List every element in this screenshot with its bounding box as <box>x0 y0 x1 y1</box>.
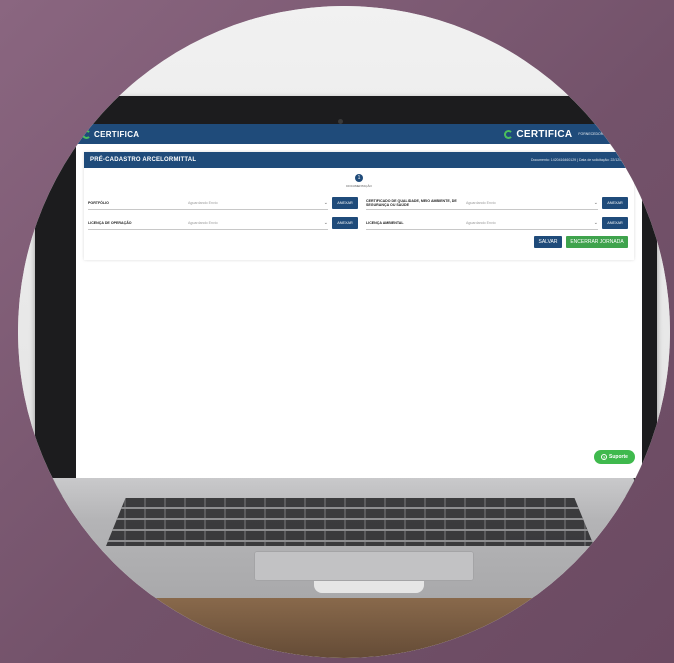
certifica-logo-icon <box>504 129 514 139</box>
step-indicator[interactable]: 1 <box>355 174 363 182</box>
wooden-table <box>18 596 670 658</box>
attach-button[interactable]: ANEXAR <box>602 197 628 209</box>
save-button[interactable]: SALVAR <box>534 236 562 248</box>
page-title: PRÉ-CADASTRO ARCELORMITTAL <box>90 157 197 163</box>
step-label: DOCUMENTAÇÃO <box>346 184 372 188</box>
document-label: PORTFÓLIO <box>88 200 109 205</box>
document-row-portfolio[interactable]: PORTFÓLIO Aguardando Envio ⌄ <box>88 196 328 210</box>
brand-logo-left[interactable]: CERTIFICA <box>82 129 140 139</box>
document-label: LICENÇA AMBIENTAL <box>366 220 404 225</box>
laptop-screen: CERTIFICA CERTIFICA FORNECEDOR ARCELOR P… <box>76 124 642 480</box>
pre-registration-panel: PRÉ-CADASTRO ARCELORMITTAL Documento: 14… <box>84 152 634 260</box>
document-status: Aguardando Envio <box>466 200 496 205</box>
document-status: Aguardando Envio <box>188 200 218 205</box>
document-status: Aguardando Envio <box>466 220 496 225</box>
chevron-down-icon[interactable]: ⌄ <box>324 220 328 226</box>
brand-name-right: CERTIFICA <box>516 128 573 140</box>
brand-logo-right: CERTIFICA <box>504 129 572 140</box>
document-row-certificate[interactable]: CERTIFICADO DE QUALIDADE, MEIO AMBIENTE,… <box>366 196 598 210</box>
attach-button[interactable]: ANEXAR <box>332 217 358 229</box>
header-right: CERTIFICA FORNECEDOR ARCELOR <box>504 129 636 140</box>
document-label: CERTIFICADO DE QUALIDADE, MEIO AMBIENTE,… <box>366 198 457 207</box>
keyboard-rows <box>106 498 594 546</box>
user-name[interactable]: FORNECEDOR ARCELOR <box>578 132 621 136</box>
laptop-lid-notch <box>314 581 424 593</box>
app-header: CERTIFICA CERTIFICA FORNECEDOR ARCELOR <box>76 124 642 144</box>
document-row-environmental-license[interactable]: LICENÇA AMBIENTAL Aguardando Envio ⌄ <box>366 216 598 230</box>
brand-name-left: CERTIFICA <box>94 129 140 139</box>
support-label: Suporte <box>609 454 628 460</box>
finish-journey-button[interactable]: ENCERRAR JORNADA <box>566 236 628 248</box>
attach-button[interactable]: ANEXAR <box>602 217 628 229</box>
document-status: Aguardando Envio <box>188 220 218 225</box>
certifica-logo-icon <box>82 129 91 139</box>
photo-circle: CERTIFICA CERTIFICA FORNECEDOR ARCELOR P… <box>18 6 670 658</box>
chevron-down-icon[interactable]: ⌄ <box>594 200 598 206</box>
document-row-operation-license[interactable]: LICENÇA DE OPERAÇÃO Aguardando Envio ⌄ <box>88 216 328 230</box>
support-button[interactable]: ? Suporte <box>594 450 635 464</box>
panel-header: PRÉ-CADASTRO ARCELORMITTAL Documento: 14… <box>84 152 634 168</box>
trackpad <box>254 551 474 581</box>
chevron-down-icon[interactable]: ⌄ <box>594 220 598 226</box>
user-account-icon[interactable] <box>627 129 636 139</box>
question-icon: ? <box>601 454 608 460</box>
attach-button[interactable]: ANEXAR <box>332 197 358 209</box>
chevron-down-icon[interactable]: ⌄ <box>324 200 328 206</box>
document-label: LICENÇA DE OPERAÇÃO <box>88 220 132 225</box>
document-meta: Documento: 1420416460129 | Data de solic… <box>530 158 628 162</box>
